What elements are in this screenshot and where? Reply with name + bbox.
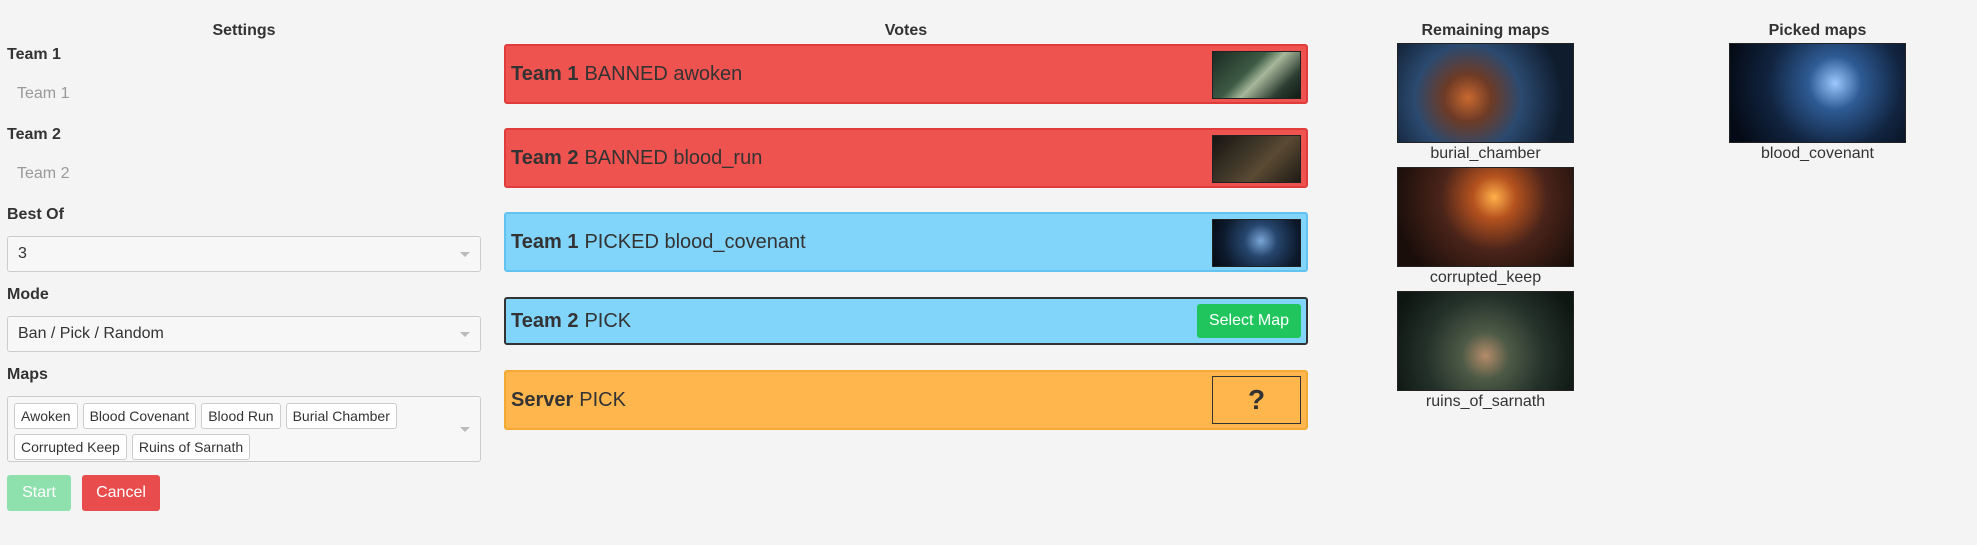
chevron-down-icon xyxy=(460,427,470,432)
vote-team: Team 2 xyxy=(511,146,579,169)
vote-action: BANNED awoken xyxy=(584,62,743,85)
map-name: burial_chamber xyxy=(1430,145,1541,162)
map-image xyxy=(1729,43,1906,143)
vote-action: PICK xyxy=(584,309,632,332)
start-button[interactable]: Start xyxy=(7,475,71,511)
remaining-map-card[interactable]: ruins_of_sarnath xyxy=(1397,291,1574,411)
team2-label: Team 2 xyxy=(7,126,61,143)
cancel-button[interactable]: Cancel xyxy=(82,475,160,511)
map-name: corrupted_keep xyxy=(1429,269,1542,286)
mode-label: Mode xyxy=(7,286,49,303)
bestof-label: Best Of xyxy=(7,206,64,223)
settings-title: Settings xyxy=(212,22,276,39)
chevron-down-icon xyxy=(460,252,470,257)
team1-label: Team 1 xyxy=(7,46,61,63)
select-map-button[interactable]: Select Map xyxy=(1196,304,1301,338)
map-chip-burial-chamber[interactable]: Burial Chamber xyxy=(285,403,397,429)
votes-title: Votes xyxy=(884,22,928,39)
vote-team: Team 1 xyxy=(511,62,579,85)
map-chip-awoken[interactable]: Awoken xyxy=(14,403,78,429)
vote-team: Team 2 xyxy=(511,309,579,332)
map-image xyxy=(1397,291,1574,391)
vote-row: Team 1 PICKED blood_covenant xyxy=(504,212,1308,272)
map-chip-corrupted-keep[interactable]: Corrupted Keep xyxy=(14,434,127,460)
map-thumbnail xyxy=(1212,219,1301,267)
vote-row: Server PICK ? xyxy=(504,370,1308,430)
map-name: ruins_of_sarnath xyxy=(1425,393,1546,410)
question-icon: ? xyxy=(1212,376,1301,424)
vote-action: BANNED blood_run xyxy=(584,146,763,169)
vote-row: Team 2 BANNED blood_run xyxy=(504,128,1308,188)
remaining-map-card[interactable]: burial_chamber xyxy=(1397,43,1574,163)
mode-select[interactable]: Ban / Pick / Random xyxy=(7,316,481,352)
vote-team: Team 1 xyxy=(511,230,579,253)
map-image xyxy=(1397,167,1574,267)
team2-input[interactable] xyxy=(7,157,481,191)
picked-map-card: blood_covenant xyxy=(1729,43,1906,163)
map-chip-blood-run[interactable]: Blood Run xyxy=(201,403,281,429)
map-chip-blood-covenant[interactable]: Blood Covenant xyxy=(82,403,197,429)
team1-input[interactable] xyxy=(7,77,481,111)
map-name: blood_covenant xyxy=(1761,145,1874,162)
vote-action: PICKED blood_covenant xyxy=(584,230,806,253)
vote-action: PICK xyxy=(579,388,626,411)
map-thumbnail xyxy=(1212,51,1301,99)
map-image xyxy=(1397,43,1574,143)
picked-title: Picked maps xyxy=(1768,22,1867,39)
chevron-down-icon xyxy=(460,332,470,337)
vote-row-active: Team 2 PICK Select Map xyxy=(504,297,1308,345)
maps-multiselect[interactable]: Awoken Blood Covenant Blood Run Burial C… xyxy=(7,396,481,462)
bestof-select[interactable]: 3 xyxy=(7,236,481,272)
map-chip-ruins-of-sarnath[interactable]: Ruins of Sarnath xyxy=(131,434,251,460)
vote-row: Team 1 BANNED awoken xyxy=(504,44,1308,104)
maps-label: Maps xyxy=(7,366,48,383)
bestof-value: 3 xyxy=(18,245,27,262)
remaining-map-card[interactable]: corrupted_keep xyxy=(1397,167,1574,287)
vote-team: Server xyxy=(511,388,574,411)
map-thumbnail xyxy=(1212,135,1301,183)
mode-value: Ban / Pick / Random xyxy=(18,325,164,342)
remaining-title: Remaining maps xyxy=(1421,22,1550,39)
